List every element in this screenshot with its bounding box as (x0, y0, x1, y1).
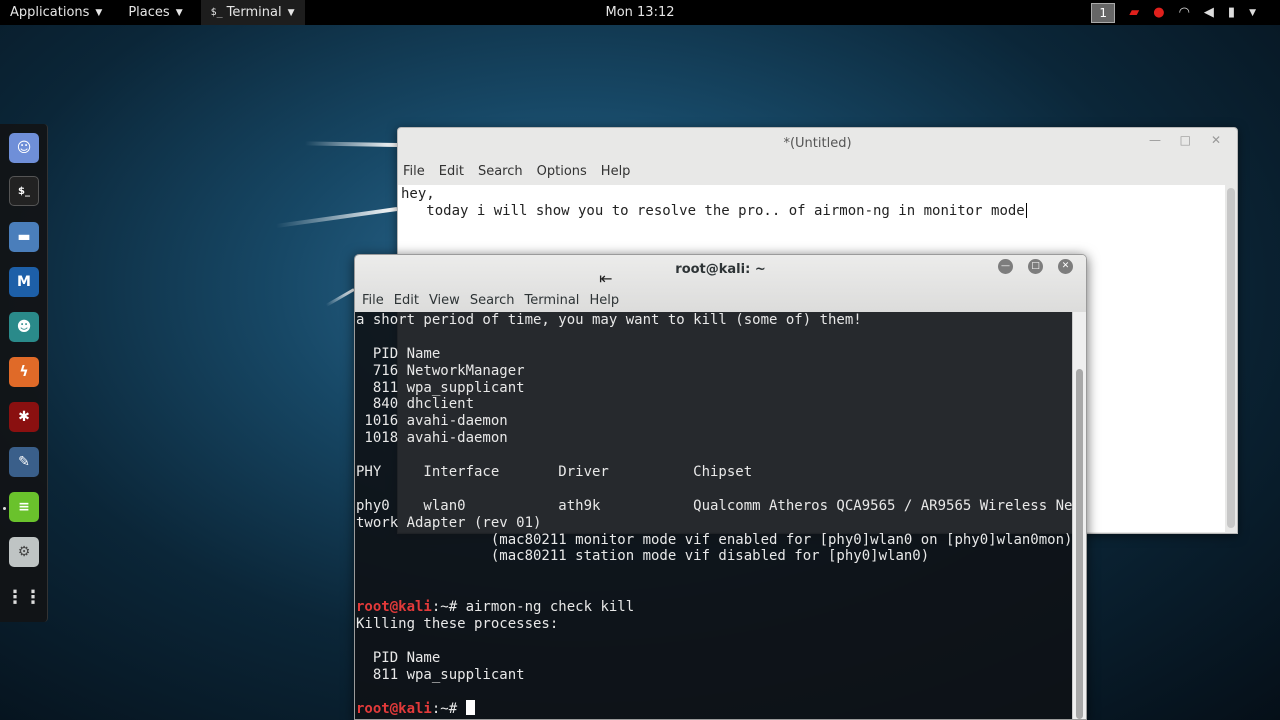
maximize-icon[interactable]: □ (1180, 133, 1191, 147)
terminal-line: 1018 avahi-daemon (356, 430, 508, 447)
terminal-app-menu[interactable]: $_ Terminal ▼ (200, 0, 305, 25)
gedit-menu-edit[interactable]: Edit (439, 164, 464, 179)
terminal-line: (mac80211 station mode vif disabled for … (356, 548, 930, 565)
terminal-prompt-line: root@kali:~# airmon-ng check kill (356, 599, 1073, 616)
dock: ☺ $_ ▬ M ☻ ϟ ✱ ✎ ≡ ⚙ ⋮⋮ (0, 124, 48, 622)
volume-icon[interactable]: ◀ (1204, 5, 1214, 20)
terminal-line: 1016 avahi-daemon (356, 413, 508, 430)
terminal-line: PID Name (356, 345, 441, 362)
editor-line: hey, (401, 186, 435, 202)
minimize-icon[interactable]: — (1149, 133, 1161, 147)
files-icon[interactable]: ▬ (9, 222, 39, 252)
terminal-line: 840 dhclient (356, 396, 475, 413)
armitage-icon[interactable]: ☻ (9, 312, 39, 342)
chevron-down-icon: ▼ (95, 7, 103, 18)
terminal-line: PHY Interface Driver Chipset (356, 464, 753, 481)
record-icon[interactable]: ● (1153, 5, 1164, 20)
chevron-down-icon[interactable]: ▼ (1249, 8, 1256, 18)
wallpaper-streak (275, 207, 398, 228)
resize-cursor-icon: ⇤ (599, 269, 613, 288)
system-tray: 1 ▰ ● ◠ ◀ ▮ ▼ (1091, 0, 1256, 25)
wallpaper-streak (304, 141, 398, 147)
clock-label[interactable]: Mon 13:12 (605, 5, 674, 20)
applications-label: Applications (10, 5, 90, 20)
terminal-menu-search[interactable]: Search (470, 293, 515, 308)
terminal-icon[interactable]: $_ (9, 176, 39, 206)
close-icon[interactable]: ✕ (1211, 133, 1221, 147)
terminal-scrollbar-thumb[interactable] (1076, 369, 1083, 719)
terminal-title: root@kali: ~ (675, 262, 766, 277)
minimize-icon[interactable]: — (998, 259, 1013, 274)
places-label: Places (128, 5, 170, 20)
terminal-command: airmon-ng check kill (465, 599, 635, 616)
terminal-line: 811 wpa_supplicant (356, 379, 525, 396)
terminal-menu-terminal[interactable]: Terminal (524, 293, 579, 308)
terminal-menu-edit[interactable]: Edit (394, 293, 419, 308)
terminal-line: 716 NetworkManager (356, 362, 525, 379)
terminal-line: twork Adapter (rev 01) (356, 514, 542, 531)
close-icon[interactable]: ✕ (1058, 259, 1073, 274)
terminal-line: (mac80211 monitor mode vif enabled for [… (356, 531, 1073, 548)
chevron-down-icon: ▼ (287, 7, 295, 18)
terminal-menu-view[interactable]: View (429, 293, 460, 308)
text-editor-icon[interactable]: ≡ (9, 492, 39, 522)
top-panel: Applications ▼ Places ▼ $_ Terminal ▼ Mo… (0, 0, 1280, 25)
terminal-line: a short period of time, you may want to … (356, 312, 862, 328)
terminal-line: PID Name (356, 649, 441, 666)
gedit-menu-file[interactable]: File (403, 164, 425, 179)
gedit-menubar: File Edit Search Options Help (403, 164, 644, 179)
gedit-title: *(Untitled) (783, 136, 852, 151)
maximize-icon[interactable]: □ (1028, 259, 1043, 274)
chevron-down-icon: ▼ (175, 7, 183, 18)
faraday-icon[interactable]: ✱ (9, 402, 39, 432)
maltego-icon[interactable]: ✎ (9, 447, 39, 477)
battery-icon[interactable]: ▮ (1228, 5, 1235, 20)
terminal-line: phy0 wlan0 ath9k Qualcomm Atheros QCA956… (356, 497, 1073, 514)
terminal-line: 811 wpa_supplicant (356, 666, 525, 683)
editor-line-with-cursor: today i will show you to resolve the pro… (401, 203, 1222, 220)
applications-menu[interactable]: Applications ▼ (0, 0, 112, 25)
prompt-user: root@kali (356, 701, 432, 718)
wallpaper-streak (325, 288, 355, 307)
app-grid-icon[interactable]: ⋮⋮ (6, 582, 42, 612)
terminal-scrollbar[interactable] (1072, 312, 1086, 719)
editor-line: today i will show you to resolve the pro… (401, 202, 1025, 219)
screen-record-icon[interactable]: ▰ (1129, 5, 1139, 20)
prompt-path: :~# (431, 599, 466, 616)
gedit-menu-options[interactable]: Options (537, 164, 587, 179)
wifi-icon[interactable]: ◠ (1179, 5, 1190, 20)
gedit-menu-help[interactable]: Help (601, 164, 631, 179)
terminal-menu-help[interactable]: Help (589, 293, 619, 308)
gedit-scrollbar[interactable] (1227, 188, 1235, 528)
terminal-cursor (465, 700, 475, 716)
settings-icon[interactable]: ⚙ (9, 537, 39, 567)
burp-icon[interactable]: ϟ (9, 357, 39, 387)
terminal-line: Killing these processes: (356, 616, 559, 633)
terminal-small-icon: $_ (210, 7, 223, 18)
terminal-menubar: File Edit View Search Terminal Help (362, 293, 629, 308)
terminal-window: root@kali: ~ ⇤ — □ ✕ File Edit View Sear… (354, 254, 1087, 720)
text-cursor (1025, 203, 1027, 219)
metasploit-icon[interactable]: M (9, 267, 39, 297)
gedit-menu-search[interactable]: Search (478, 164, 523, 179)
terminal-output[interactable]: a short period of time, you may want to … (355, 312, 1074, 719)
places-menu[interactable]: Places ▼ (118, 0, 192, 25)
ghost-app-icon[interactable]: ☺ (9, 133, 39, 163)
terminal-menu-file[interactable]: File (362, 293, 384, 308)
terminal-menu-label: Terminal (226, 5, 282, 20)
workspace-indicator[interactable]: 1 (1091, 2, 1116, 23)
terminal-active-prompt[interactable]: root@kali:~# (356, 700, 1073, 717)
running-indicator (3, 507, 6, 510)
prompt-user: root@kali (356, 599, 432, 616)
prompt-path: :~# (431, 701, 466, 718)
